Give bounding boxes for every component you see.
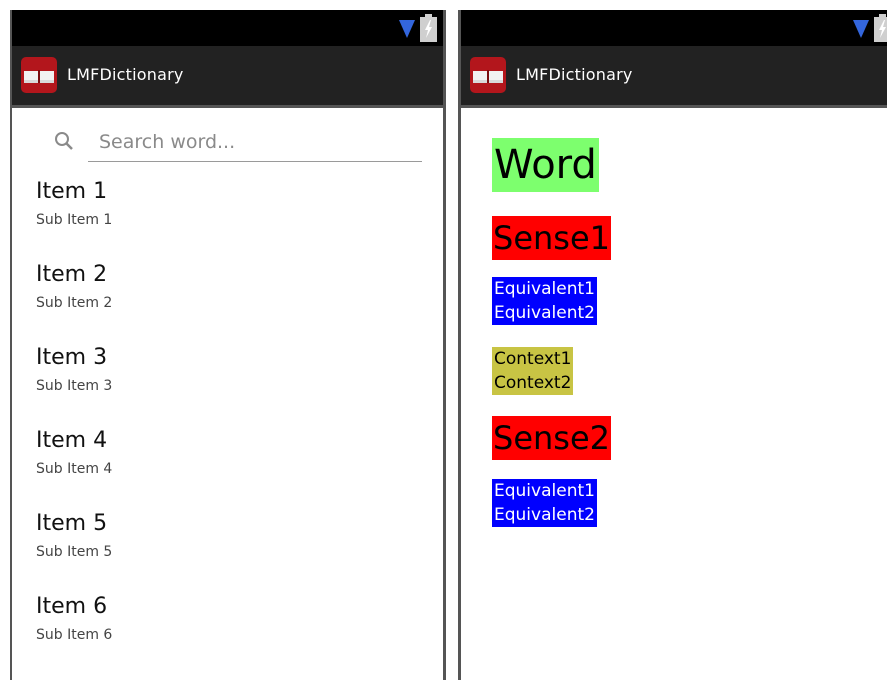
list-item-title: Item 2 xyxy=(36,262,108,287)
list-item-subtitle: Sub Item 2 xyxy=(36,295,113,311)
list-item-subtitle: Sub Item 4 xyxy=(36,461,113,477)
sense-heading: Sense1 xyxy=(492,216,611,260)
list-item[interactable]: Item 3 Sub Item 3 xyxy=(12,344,443,427)
list-item-title: Item 4 xyxy=(36,428,108,453)
list-item-title: Item 3 xyxy=(36,345,108,370)
battery-charging-icon xyxy=(874,14,887,42)
status-bar xyxy=(12,10,443,46)
list-item[interactable]: Item 6 Sub Item 6 xyxy=(12,593,443,676)
status-icons xyxy=(398,14,437,42)
list-item-subtitle: Sub Item 5 xyxy=(36,544,113,560)
contexts-block: Context1 Context2 xyxy=(492,347,574,395)
search-screen: LMFDictionary Item 1 Sub Item 1 Item 2 S… xyxy=(10,10,446,680)
list-item[interactable]: Item 2 Sub Item 2 xyxy=(12,261,443,344)
equivalent-text: Equivalent2 xyxy=(492,301,597,325)
action-bar: LMFDictionary xyxy=(12,46,443,108)
wifi-signal-icon xyxy=(853,20,869,38)
word-detail-screen: LMFDictionary Word Sense1 Equivalent1 Eq… xyxy=(458,10,887,680)
word-list: Item 1 Sub Item 1 Item 2 Sub Item 2 Item… xyxy=(12,178,443,676)
list-item[interactable]: Item 4 Sub Item 4 xyxy=(12,427,443,510)
context-text: Context2 xyxy=(492,371,574,395)
action-bar: LMFDictionary xyxy=(461,46,887,108)
status-icons xyxy=(852,14,887,42)
equivalents-block: Equivalent1 Equivalent2 xyxy=(492,479,597,527)
book-icon[interactable] xyxy=(21,57,57,93)
equivalent-text: Equivalent2 xyxy=(492,503,597,527)
status-bar xyxy=(461,10,887,46)
book-icon[interactable] xyxy=(470,57,506,93)
wifi-signal-icon xyxy=(399,20,415,38)
list-item-title: Item 1 xyxy=(36,179,108,204)
list-item-title: Item 6 xyxy=(36,594,108,619)
search-input[interactable] xyxy=(88,122,422,162)
equivalent-text: Equivalent1 xyxy=(492,277,597,301)
list-item[interactable]: Item 1 Sub Item 1 xyxy=(12,178,443,261)
list-item-subtitle: Sub Item 3 xyxy=(36,378,113,394)
list-item-subtitle: Sub Item 6 xyxy=(36,627,113,643)
equivalents-block: Equivalent1 Equivalent2 xyxy=(492,277,597,325)
word-heading: Word xyxy=(492,138,599,192)
list-item-title: Item 5 xyxy=(36,511,108,536)
search-icon xyxy=(55,132,73,150)
sense-heading: Sense2 xyxy=(492,416,611,460)
equivalent-text: Equivalent1 xyxy=(492,479,597,503)
app-title: LMFDictionary xyxy=(67,65,184,84)
search-bar xyxy=(42,111,436,165)
list-item-subtitle: Sub Item 1 xyxy=(36,212,113,228)
battery-charging-icon xyxy=(420,14,437,42)
list-item[interactable]: Item 5 Sub Item 5 xyxy=(12,510,443,593)
app-title: LMFDictionary xyxy=(516,65,633,84)
context-text: Context1 xyxy=(492,347,574,371)
